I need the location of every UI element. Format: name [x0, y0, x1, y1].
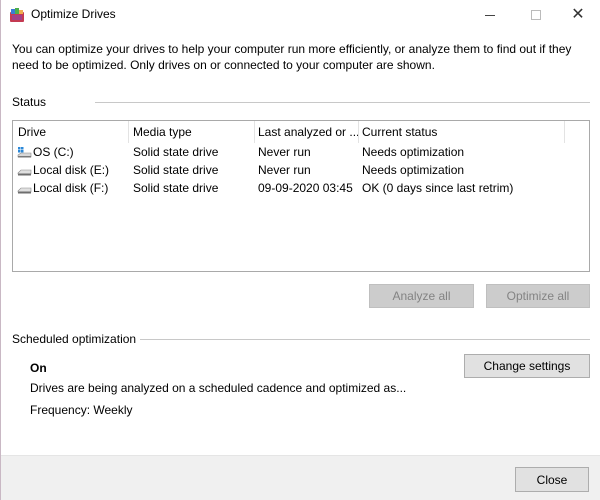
windows-drive-icon — [17, 147, 32, 158]
column-separator[interactable] — [128, 121, 129, 143]
status-header: Status — [12, 95, 47, 109]
window-close-button[interactable]: ✕ — [555, 0, 600, 30]
title-bar[interactable]: Optimize Drives ✕ — [1, 0, 600, 30]
disk-drive-icon — [17, 169, 32, 176]
media-type: Solid state drive — [133, 181, 219, 195]
schedule-description: Drives are being analyzed on a scheduled… — [30, 381, 407, 395]
current-status: Needs optimization — [362, 163, 465, 177]
scheduled-optimization-header: Scheduled optimization — [12, 332, 137, 346]
column-header-last-analyzed[interactable]: Last analyzed or ... — [258, 125, 359, 139]
column-header-current-status[interactable]: Current status — [362, 125, 437, 139]
maximize-button[interactable] — [513, 0, 559, 30]
status-divider — [95, 102, 590, 103]
dialog-footer: Close — [1, 455, 600, 500]
schedule-frequency: Frequency: Weekly — [30, 403, 133, 417]
drive-row[interactable]: Local disk (E:) Solid state drive Never … — [13, 162, 589, 180]
drive-name: Local disk (E:) — [33, 163, 110, 177]
column-separator[interactable] — [564, 121, 565, 143]
current-status: OK (0 days since last retrim) — [362, 181, 514, 195]
column-header-media-type[interactable]: Media type — [133, 125, 192, 139]
last-analyzed: 09-09-2020 03:45 — [258, 181, 353, 195]
media-type: Solid state drive — [133, 145, 219, 159]
maximize-icon — [531, 10, 541, 20]
schedule-state: On — [30, 361, 47, 375]
disk-drive-icon — [17, 187, 32, 194]
column-separator[interactable] — [358, 121, 359, 143]
column-separator[interactable] — [254, 121, 255, 143]
scheduled-divider — [140, 339, 590, 340]
window-title: Optimize Drives — [31, 7, 116, 21]
close-button[interactable]: Close — [515, 467, 589, 492]
optimize-drives-app-icon — [10, 8, 24, 22]
close-icon: ✕ — [571, 6, 585, 23]
change-settings-button[interactable]: Change settings — [464, 354, 590, 378]
optimize-all-button[interactable]: Optimize all — [486, 284, 590, 308]
last-analyzed: Never run — [258, 145, 311, 159]
drive-name: OS (C:) — [33, 145, 74, 159]
drive-name: Local disk (F:) — [33, 181, 109, 195]
minimize-button[interactable] — [467, 0, 513, 30]
column-header-drive[interactable]: Drive — [18, 125, 46, 139]
list-header: Drive Media type Last analyzed or ... Cu… — [13, 121, 589, 143]
optimize-drives-window: Optimize Drives ✕ You can optimize your … — [0, 0, 600, 500]
intro-text: You can optimize your drives to help you… — [12, 42, 572, 72]
current-status: Needs optimization — [362, 145, 465, 159]
minimize-icon — [485, 14, 495, 16]
drive-row[interactable]: Local disk (F:) Solid state drive 09-09-… — [13, 180, 589, 198]
media-type: Solid state drive — [133, 163, 219, 177]
drive-row[interactable]: OS (C:) Solid state drive Never run Need… — [13, 144, 589, 162]
analyze-all-button[interactable]: Analyze all — [369, 284, 474, 308]
last-analyzed: Never run — [258, 163, 311, 177]
drives-list[interactable]: Drive Media type Last analyzed or ... Cu… — [12, 120, 590, 272]
